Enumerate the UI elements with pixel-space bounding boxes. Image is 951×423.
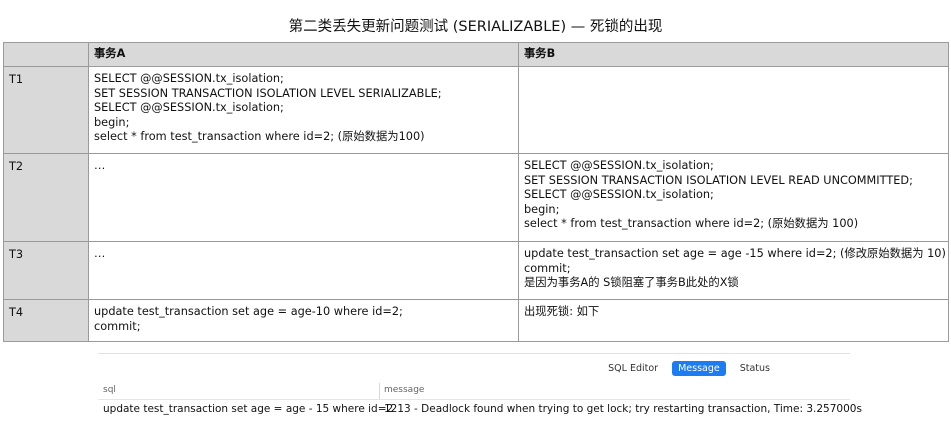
code-line: SET SESSION TRANSACTION ISOLATION LEVEL …	[94, 86, 442, 100]
result-message-cell: 1213 - Deadlock found when trying to get…	[384, 403, 862, 415]
column-header-sql[interactable]: sql	[103, 385, 116, 395]
header-divider	[98, 399, 850, 400]
table-row: T4 update test_transaction set age = age-…	[3, 299, 949, 342]
code-line: update test_transaction set age = age-10…	[94, 305, 403, 318]
tab-status[interactable]: Status	[734, 361, 776, 376]
header-cell-transaction-b: 事务B	[518, 42, 949, 67]
transaction-table: 事务A 事务B T1 SELECT @@SESSION.tx_isolation;…	[3, 42, 949, 342]
code-line: begin;	[524, 202, 560, 216]
time-step-label: T4	[3, 299, 89, 342]
result-row[interactable]: update test_transaction set age = age - …	[98, 403, 862, 419]
transaction-b-cell: SELECT @@SESSION.tx_isolation; SET SESSIO…	[518, 153, 949, 242]
time-step-label: T3	[3, 241, 89, 300]
transaction-a-cell: update test_transaction set age = age-10…	[88, 299, 519, 342]
transaction-b-cell	[518, 66, 949, 154]
time-step-label: T1	[3, 66, 89, 154]
transaction-a-cell: …	[88, 241, 519, 300]
code-line: SELECT @@SESSION.tx_isolation;	[94, 72, 284, 85]
code-line: SET SESSION TRANSACTION ISOLATION LEVEL …	[524, 173, 913, 187]
code-line: …	[94, 159, 106, 172]
code-line: select * from test_transaction where id=…	[94, 130, 425, 144]
code-line: SELECT @@SESSION.tx_isolation;	[524, 188, 714, 202]
column-header-message[interactable]: message	[384, 385, 424, 395]
header-cell-transaction-a: 事务A	[88, 42, 519, 67]
result-sql-cell: update test_transaction set age = age - …	[103, 403, 394, 415]
code-line: select * from test_transaction where id=…	[524, 217, 859, 231]
transaction-a-cell: SELECT @@SESSION.tx_isolation; SET SESSIO…	[88, 66, 519, 154]
result-panel: SQL Editor Message Status sql message up…	[98, 353, 862, 423]
page-title: 第二类丢失更新问题测试 (SERIALIZABLE) — 死锁的出现	[288, 19, 663, 35]
code-line: 出现死锁: 如下	[524, 305, 600, 318]
result-header: sql message	[98, 383, 850, 400]
code-line: …	[94, 247, 106, 260]
code-line: begin;	[94, 115, 130, 129]
tab-sql-editor[interactable]: SQL Editor	[602, 361, 664, 376]
table-row: T1 SELECT @@SESSION.tx_isolation; SET SESS…	[3, 66, 949, 154]
table-row: T2 … SELECT @@SESSION.tx_isolation; SET SES…	[3, 153, 949, 242]
table-row: T3 … update test_transaction set age = age…	[3, 241, 949, 300]
transaction-b-cell: update test_transaction set age = age -1…	[518, 241, 949, 300]
tab-message[interactable]: Message	[672, 360, 726, 376]
time-step-label: T2	[3, 153, 89, 242]
code-line: SELECT @@SESSION.tx_isolation;	[94, 101, 284, 115]
transaction-b-cell: 出现死锁: 如下	[518, 299, 949, 342]
code-line: commit;	[94, 319, 141, 333]
header-cell-empty	[3, 42, 89, 67]
code-line: SELECT @@SESSION.tx_isolation;	[524, 159, 714, 172]
code-line: 是因为事务A的 S锁阻塞了事务B此处的X锁	[524, 276, 739, 290]
column-separator	[379, 383, 380, 399]
code-line: update test_transaction set age = age -1…	[524, 247, 946, 260]
result-tabs: SQL Editor Message Status	[602, 360, 776, 376]
transaction-a-cell: …	[88, 153, 519, 242]
panel-divider	[98, 353, 850, 354]
code-line: commit;	[524, 261, 571, 275]
table-header-row: 事务A 事务B	[3, 42, 949, 67]
